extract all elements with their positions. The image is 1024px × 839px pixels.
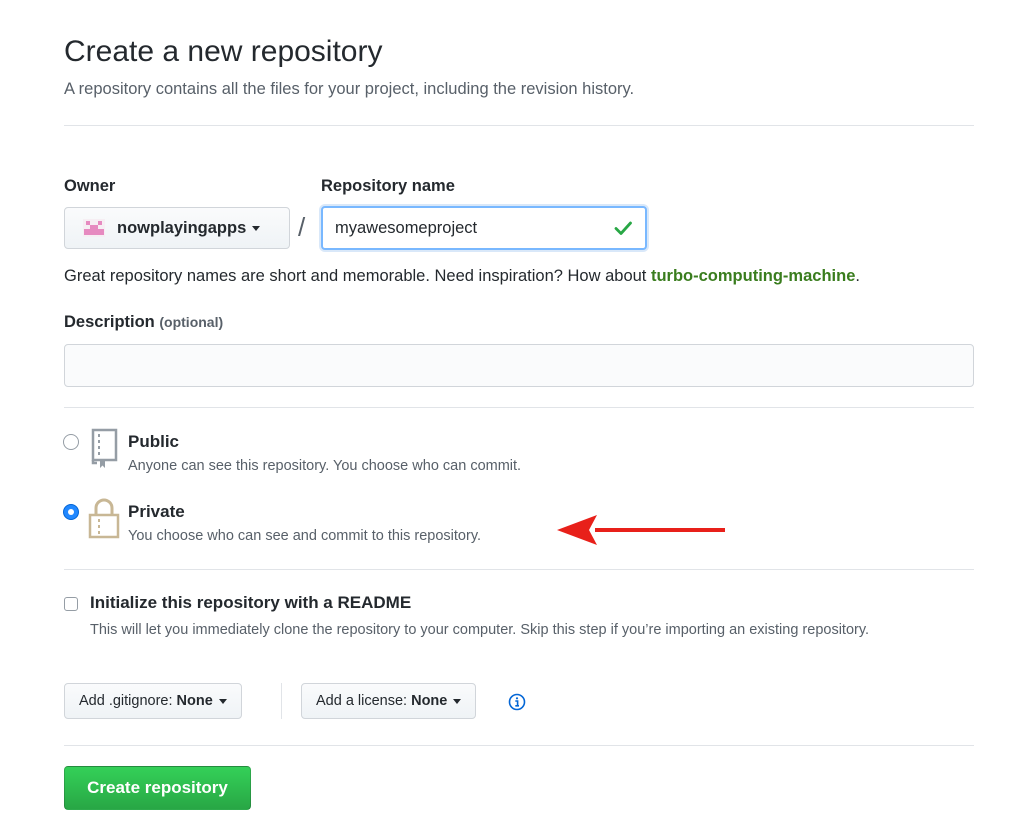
license-label: Add a license: bbox=[316, 693, 408, 709]
chevron-down-icon bbox=[218, 698, 227, 704]
repo-book-icon bbox=[91, 428, 118, 468]
repo-name-hint: Great repository names are short and mem… bbox=[64, 265, 860, 287]
description-field[interactable] bbox=[64, 344, 974, 387]
public-title: Public bbox=[128, 432, 180, 451]
suggested-name-link[interactable]: turbo-computing-machine bbox=[651, 267, 855, 285]
section-divider bbox=[64, 569, 974, 570]
readme-title: Initialize this repository with a README bbox=[90, 593, 412, 612]
readme-checkbox[interactable] bbox=[64, 597, 78, 611]
gitignore-value: None bbox=[176, 693, 213, 709]
page-subtitle: A repository contains all the files for … bbox=[64, 80, 635, 98]
license-value: None bbox=[411, 693, 448, 709]
create-repository-button[interactable]: Create repository bbox=[64, 766, 251, 810]
private-description: You choose who can see and commit to thi… bbox=[128, 528, 482, 544]
description-input[interactable] bbox=[65, 345, 973, 386]
lock-icon bbox=[88, 498, 120, 539]
red-arrow-icon bbox=[557, 515, 725, 545]
section-divider bbox=[64, 407, 974, 408]
check-icon bbox=[614, 221, 632, 235]
license-select-button[interactable]: Add a license: None bbox=[301, 683, 477, 719]
hint-text: Great repository names are short and mem… bbox=[64, 267, 651, 285]
header-divider bbox=[64, 125, 974, 126]
page-title: Create a new repository bbox=[64, 35, 383, 68]
private-radio[interactable] bbox=[63, 504, 79, 520]
info-icon[interactable] bbox=[508, 693, 526, 711]
owner-select-button[interactable]: nowplayingapps bbox=[64, 207, 290, 249]
repo-name-field[interactable] bbox=[321, 206, 647, 250]
section-divider bbox=[64, 745, 974, 746]
identicon-avatar bbox=[83, 219, 105, 237]
description-label-text: Description bbox=[64, 313, 155, 331]
owner-label: Owner bbox=[64, 177, 116, 195]
repo-name-input[interactable] bbox=[335, 218, 613, 238]
owner-repo-separator: / bbox=[298, 212, 306, 242]
description-label: Description (optional) bbox=[64, 313, 223, 332]
public-radio[interactable] bbox=[63, 434, 79, 450]
gitignore-label: Add .gitignore: bbox=[79, 693, 173, 709]
chevron-down-icon bbox=[453, 698, 462, 704]
public-description: Anyone can see this repository. You choo… bbox=[128, 458, 522, 474]
hint-end: . bbox=[855, 267, 860, 285]
owner-name: nowplayingapps bbox=[117, 218, 247, 237]
gitignore-select-button[interactable]: Add .gitignore: None bbox=[64, 683, 242, 719]
chevron-down-icon bbox=[252, 225, 261, 231]
private-title: Private bbox=[128, 502, 185, 521]
repo-name-label: Repository name bbox=[321, 177, 455, 195]
readme-description: This will let you immediately clone the … bbox=[90, 622, 870, 638]
select-separator bbox=[281, 683, 282, 719]
optional-label: (optional) bbox=[159, 314, 224, 330]
